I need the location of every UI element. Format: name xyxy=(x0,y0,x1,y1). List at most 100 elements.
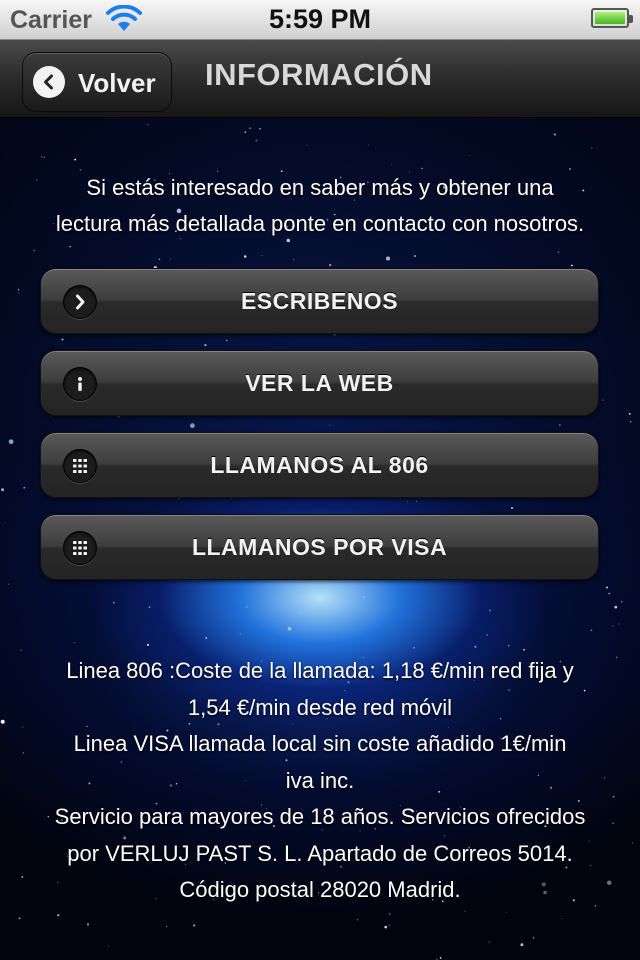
clock: 5:59 PM xyxy=(268,4,372,34)
star xyxy=(559,424,561,426)
star xyxy=(43,156,46,158)
star xyxy=(87,923,89,926)
star xyxy=(602,399,604,401)
legal-line: Linea VISA llamada local sin coste añadi… xyxy=(73,731,567,756)
star xyxy=(468,155,470,157)
star xyxy=(239,633,241,635)
star xyxy=(57,914,60,917)
star xyxy=(439,957,442,959)
star xyxy=(178,497,180,500)
chevron-left-icon xyxy=(33,66,65,98)
star xyxy=(612,625,614,627)
star xyxy=(169,258,171,260)
star xyxy=(306,144,308,146)
star xyxy=(608,592,610,595)
star xyxy=(190,423,195,429)
star xyxy=(618,623,620,625)
star xyxy=(591,147,593,149)
star xyxy=(508,645,510,647)
battery-full-icon xyxy=(591,8,633,28)
star xyxy=(205,637,208,639)
write-us-button[interactable]: ESCRIBENOS xyxy=(40,268,599,334)
status-bar: Carrier 5:59 PM xyxy=(0,0,640,40)
star xyxy=(244,131,247,134)
star xyxy=(18,917,21,920)
star xyxy=(413,255,417,258)
legal-line: Linea 806 :Coste de la llamada: 1,18 €/m… xyxy=(66,658,574,683)
back-button[interactable]: Volver xyxy=(22,52,172,112)
call-visa-button-label: LLAMANOS POR VISA xyxy=(191,533,448,560)
star xyxy=(259,127,261,130)
star xyxy=(628,413,631,415)
call-visa-button[interactable]: LLAMANOS POR VISA xyxy=(40,514,599,580)
legal-line: Servicio para mayores de 18 años. Servic… xyxy=(54,804,586,829)
star xyxy=(329,263,332,267)
legal-line: Código postal 28020 Madrid. xyxy=(179,877,461,902)
star xyxy=(74,158,77,161)
star xyxy=(421,167,423,170)
page-title: INFORMACIÓN xyxy=(205,57,433,92)
star xyxy=(506,911,507,913)
star xyxy=(385,256,391,261)
navigation-bar: Volver INFORMACIÓN xyxy=(0,40,640,118)
star xyxy=(61,338,64,341)
star xyxy=(356,919,358,921)
star xyxy=(464,910,466,912)
intro-line: lectura más detallada ponte en contacto … xyxy=(55,211,585,236)
star xyxy=(23,486,26,489)
star xyxy=(486,634,488,636)
intro-text: Si estás interesado en saber más y obten… xyxy=(20,170,620,242)
view-web-button[interactable]: VER LA WEB xyxy=(40,350,599,416)
star xyxy=(368,144,369,146)
star xyxy=(474,645,477,648)
star xyxy=(243,255,247,258)
star xyxy=(146,643,150,646)
star xyxy=(0,719,5,724)
star xyxy=(388,913,391,915)
star xyxy=(328,424,330,426)
star xyxy=(557,251,560,253)
star xyxy=(17,288,20,291)
star xyxy=(69,245,71,248)
write-us-button-label: ESCRIBENOS xyxy=(240,287,399,314)
star xyxy=(388,925,390,926)
legal-line: 1,54 €/min desde red móvil xyxy=(187,694,453,720)
star xyxy=(50,416,52,418)
star xyxy=(571,264,573,267)
chevron-right-icon xyxy=(63,285,97,319)
legal-info-text: Linea 806 :Coste de la llamada: 1,18 €/m… xyxy=(10,653,630,909)
star xyxy=(520,943,524,947)
star xyxy=(146,123,149,126)
star xyxy=(204,344,207,347)
star xyxy=(8,439,14,445)
star xyxy=(390,164,392,165)
star xyxy=(629,421,632,423)
star xyxy=(614,605,618,609)
star xyxy=(605,586,609,589)
star xyxy=(590,629,593,632)
keypad-icon xyxy=(63,449,97,483)
star xyxy=(4,522,6,524)
star xyxy=(407,501,408,502)
star xyxy=(255,139,258,142)
star xyxy=(293,259,295,261)
star xyxy=(108,945,110,947)
legal-line: por VERLUJ PAST S. L. Apartado de Correo… xyxy=(67,840,573,866)
star xyxy=(561,918,563,920)
back-button-label: Volver xyxy=(78,68,156,98)
call-806-button[interactable]: LLAMANOS AL 806 xyxy=(40,432,599,498)
star xyxy=(158,258,161,261)
star xyxy=(384,925,388,929)
star xyxy=(148,606,151,609)
star xyxy=(532,937,535,939)
star xyxy=(489,609,492,612)
star xyxy=(193,924,196,927)
star xyxy=(488,941,490,943)
star xyxy=(1,488,5,492)
star xyxy=(413,647,415,649)
star xyxy=(249,127,251,129)
keypad-icon xyxy=(63,531,97,565)
star xyxy=(416,500,418,502)
star xyxy=(41,155,43,158)
call-806-button-label: LLAMANOS AL 806 xyxy=(210,451,429,478)
